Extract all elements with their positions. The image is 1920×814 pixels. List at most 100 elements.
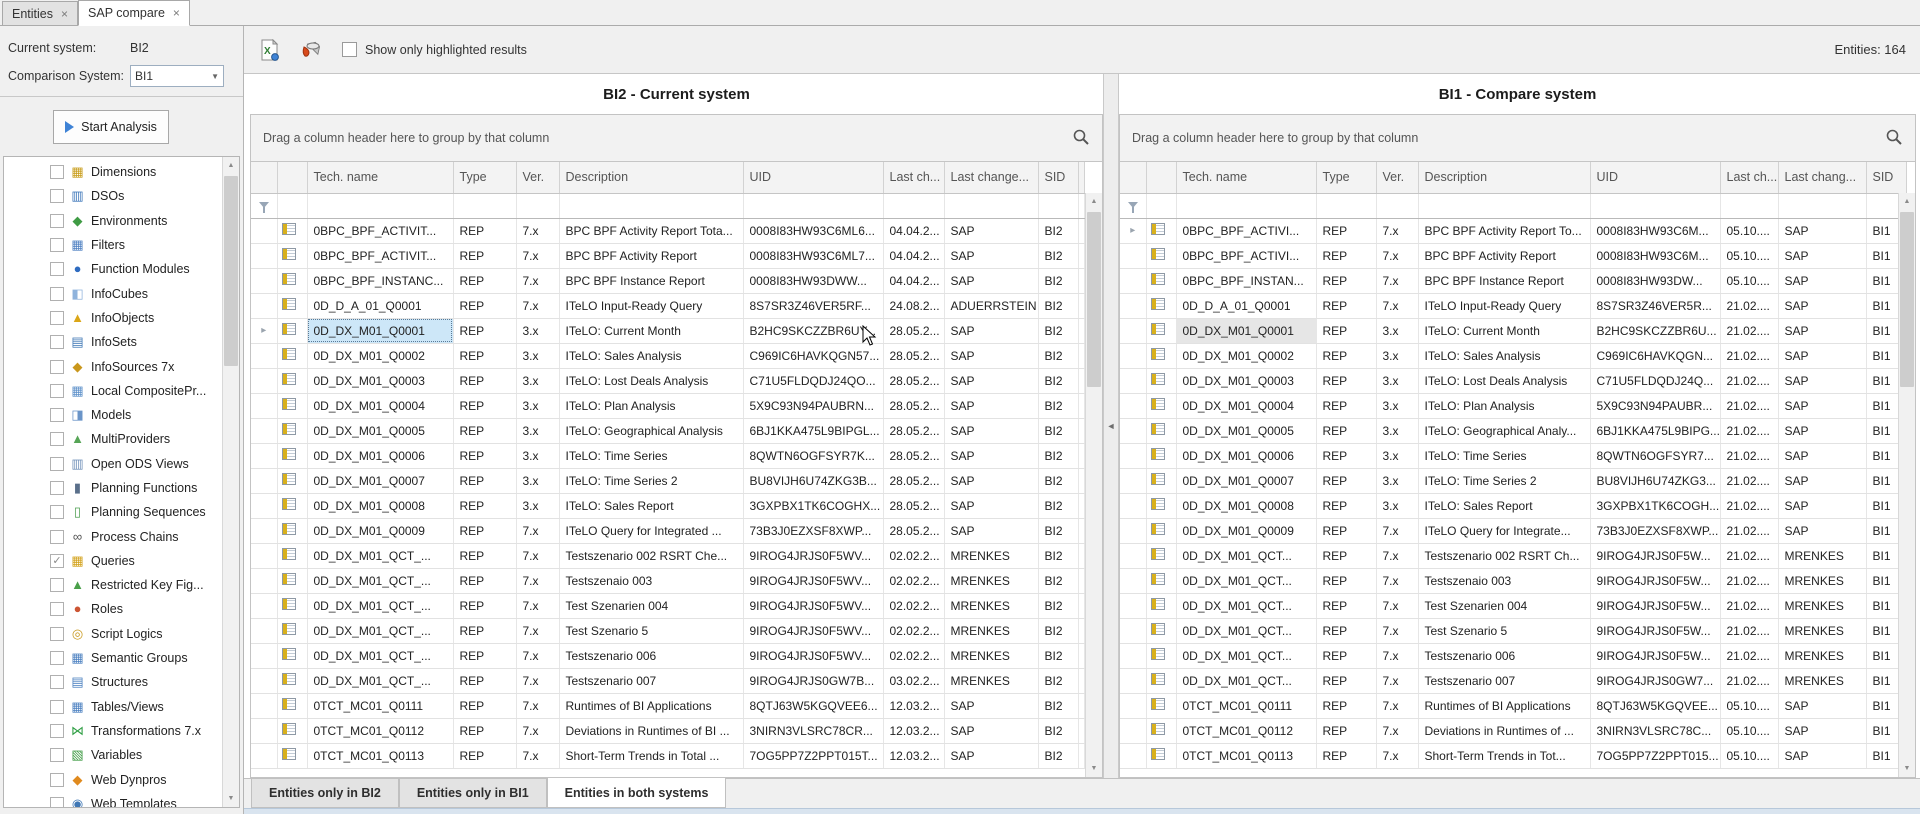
tree-item-structures[interactable]: ▤Structures [4, 670, 221, 694]
tree-item-filters[interactable]: ▦Filters [4, 233, 221, 257]
grid-cell[interactable]: MRENKES [1778, 618, 1866, 643]
grid-cell[interactable]: BPC BPF Activity Report [559, 243, 743, 268]
checkbox[interactable] [50, 578, 64, 592]
grid-cell[interactable]: 5X9C93N94PAUBR... [1590, 393, 1720, 418]
grid-cell[interactable]: 21.02.... [1720, 343, 1778, 368]
grid-cell[interactable]: ADUERRSTEIN [944, 293, 1038, 318]
grid-cell[interactable]: 28.05.2... [883, 468, 944, 493]
grid-cell[interactable]: Testszenario 002 RSRT Ch... [1418, 543, 1590, 568]
tab-entities[interactable]: Entities × [2, 1, 78, 25]
grid-cell[interactable]: 28.05.2... [883, 318, 944, 343]
grid-cell[interactable]: 7.x [516, 218, 559, 243]
grid-cell[interactable]: BI2 [1038, 518, 1078, 543]
tree-item-planning-sequences[interactable]: ▯Planning Sequences [4, 500, 221, 524]
grid-cell[interactable]: 0BPC_BPF_ACTIVI... [1176, 218, 1316, 243]
grid-cell[interactable]: 0D_DX_M01_Q0007 [307, 468, 453, 493]
tree-item-infocubes[interactable]: ◧InfoCubes [4, 281, 221, 305]
grid-cell[interactable]: 7.x [516, 643, 559, 668]
grid-cell[interactable]: BI2 [1038, 468, 1078, 493]
scroll-down-icon[interactable]: ▼ [1086, 760, 1102, 777]
grid-cell[interactable]: 21.02.... [1720, 568, 1778, 593]
grid-cell[interactable]: SAP [1778, 318, 1866, 343]
grid-cell[interactable]: REP [1316, 368, 1376, 393]
grid-cell[interactable]: 9IROG4JRJS0F5WV... [743, 643, 883, 668]
grid-cell[interactable]: B2HC9SKCZZBR6U... [1590, 318, 1720, 343]
grid-row[interactable]: 0D_DX_M01_QCT_...REP7.xTest Szenario 59I… [251, 618, 1085, 643]
grid-cell[interactable]: SAP [1778, 393, 1866, 418]
grid-cell[interactable]: BI2 [1038, 218, 1078, 243]
grid-cell[interactable]: Test Szenario 5 [1418, 618, 1590, 643]
grid-row[interactable]: 0BPC_BPF_ACTIVI...REP7.xBPC BPF Activity… [1120, 243, 1906, 268]
grid-row[interactable]: ▸0D_DX_M01_Q0001REP3.xITeLO: Current Mon… [251, 318, 1085, 343]
grid-cell[interactable]: MRENKES [944, 543, 1038, 568]
tree-item-process-chains[interactable]: ∞Process Chains [4, 524, 221, 548]
grid-cell[interactable]: 21.02.... [1720, 293, 1778, 318]
grid-cell[interactable]: SAP [1778, 493, 1866, 518]
grid-cell[interactable]: 04.04.2... [883, 268, 944, 293]
grid-row[interactable]: 0D_DX_M01_Q0007REP3.xITeLO: Time Series … [251, 468, 1085, 493]
grid-cell[interactable]: 3.x [1376, 368, 1418, 393]
grid-cell[interactable]: 7.x [516, 268, 559, 293]
grid-cell[interactable]: 7.x [1376, 543, 1418, 568]
grid-cell[interactable]: 0BPC_BPF_INSTAN... [1176, 268, 1316, 293]
grid-cell[interactable]: 7.x [516, 243, 559, 268]
grid-cell[interactable]: SAP [1778, 368, 1866, 393]
grid-cell[interactable]: REP [453, 693, 516, 718]
grid-cell[interactable]: 21.02.... [1720, 643, 1778, 668]
grid-cell[interactable]: 3.x [1376, 493, 1418, 518]
grid-cell[interactable]: 7.x [1376, 718, 1418, 743]
grid-row[interactable]: 0TCT_MC01_Q0111REP7.xRuntimes of BI Appl… [1120, 693, 1906, 718]
grid-row[interactable]: 0D_DX_M01_Q0004REP3.xITeLO: Plan Analysi… [251, 393, 1085, 418]
checkbox[interactable] [50, 287, 64, 301]
scrollbar-thumb[interactable] [224, 176, 238, 366]
tree-item-semantic-groups[interactable]: ▦Semantic Groups [4, 646, 221, 670]
grid-row[interactable]: 0D_DX_M01_QCT_...REP7.xTestszenaio 0039I… [251, 568, 1085, 593]
grid-row[interactable]: 0D_DX_M01_Q0008REP3.xITeLO: Sales Report… [1120, 493, 1906, 518]
tree-scrollbar[interactable]: ▲ ▼ [222, 157, 239, 807]
bi2-groupby-bar[interactable]: Drag a column header here to group by th… [251, 115, 1102, 162]
grid-cell[interactable]: 7.x [516, 518, 559, 543]
grid-cell[interactable]: 0TCT_MC01_Q0112 [1176, 718, 1316, 743]
grid-cell[interactable]: 7.x [516, 543, 559, 568]
tree-item-planning-functions[interactable]: ▮Planning Functions [4, 476, 221, 500]
grid-cell[interactable]: 3NIRN3VLSRC78CR... [743, 718, 883, 743]
grid-cell[interactable]: SAP [1778, 693, 1866, 718]
grid-cell[interactable]: 7OG5PP7Z2PPT015... [1590, 743, 1720, 768]
bi2-grid-scrollbar[interactable]: ▲ ▼ [1085, 193, 1102, 777]
grid-cell[interactable]: 9IROG4JRJS0F5W... [1590, 568, 1720, 593]
grid-cell[interactable]: 7.x [516, 668, 559, 693]
grid-cell[interactable]: 3.x [1376, 318, 1418, 343]
grid-cell[interactable]: 3.x [516, 443, 559, 468]
grid-cell[interactable]: BI2 [1038, 568, 1078, 593]
grid-cell[interactable]: Testszenario 006 [559, 643, 743, 668]
grid-cell[interactable]: 0D_DX_M01_Q0001 [307, 318, 453, 343]
grid-cell[interactable]: 73B3J0EZXSF8XWP... [743, 518, 883, 543]
grid-cell[interactable]: 7.x [1376, 568, 1418, 593]
grid-cell[interactable]: 7.x [516, 718, 559, 743]
grid-cell[interactable]: MRENKES [1778, 568, 1866, 593]
grid-cell[interactable]: MRENKES [1778, 668, 1866, 693]
grid-cell[interactable]: REP [453, 443, 516, 468]
grid-row[interactable]: 0D_DX_M01_Q0005REP3.xITeLO: Geographical… [251, 418, 1085, 443]
grid-cell[interactable]: SAP [1778, 443, 1866, 468]
tree-item-local-compositepr[interactable]: ▦Local CompositePr... [4, 379, 221, 403]
grid-cell[interactable]: Testszenaio 003 [559, 568, 743, 593]
grid-cell[interactable]: BI2 [1038, 368, 1078, 393]
filter-row[interactable] [251, 193, 1085, 218]
scrollbar-thumb[interactable] [1087, 212, 1101, 387]
grid-cell[interactable]: BI2 [1038, 543, 1078, 568]
grid-cell[interactable]: 0D_DX_M01_Q0004 [307, 393, 453, 418]
grid-cell[interactable]: BI2 [1038, 668, 1078, 693]
grid-row[interactable]: 0D_DX_M01_Q0002REP3.xITeLO: Sales Analys… [251, 343, 1085, 368]
scroll-down-icon[interactable]: ▼ [223, 790, 239, 807]
grid-row[interactable]: 0D_DX_M01_QCT...REP7.xTestszenario 002 R… [1120, 543, 1906, 568]
scroll-up-icon[interactable]: ▲ [1899, 193, 1915, 210]
checkbox[interactable] [50, 651, 64, 665]
grid-cell[interactable]: REP [453, 543, 516, 568]
grid-row[interactable]: 0D_DX_M01_QCT...REP7.xTestszenario 0069I… [1120, 643, 1906, 668]
grid-cell[interactable]: 7.x [516, 743, 559, 768]
column-header[interactable]: Type [1316, 162, 1376, 193]
grid-cell[interactable]: Runtimes of BI Applications [1418, 693, 1590, 718]
grid-row[interactable]: 0D_DX_M01_Q0006REP3.xITeLO: Time Series8… [1120, 443, 1906, 468]
grid-cell[interactable]: ITeLO: Plan Analysis [559, 393, 743, 418]
